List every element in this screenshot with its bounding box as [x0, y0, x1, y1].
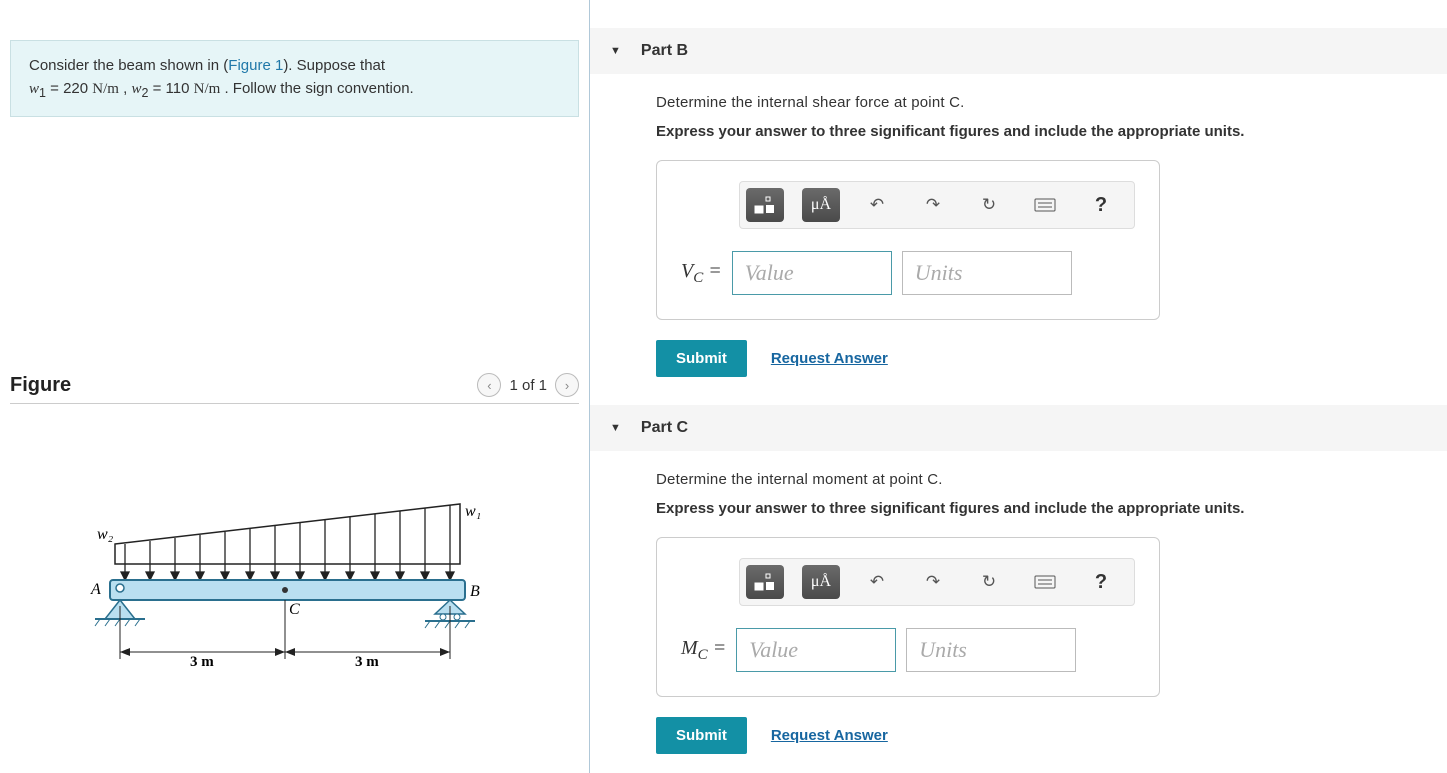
keyboard-button[interactable]	[1026, 565, 1064, 599]
figure-header: Figure ‹ 1 of 1 ›	[10, 367, 579, 404]
part-b-answer-box: μÅ ↶ ↷ ↻ ? VC =	[656, 160, 1160, 320]
w2-var: w	[131, 81, 141, 97]
part-c-title: Part C	[641, 419, 688, 437]
part-b-value-input[interactable]	[732, 251, 892, 295]
part-c-header[interactable]: ▼ Part C	[590, 405, 1447, 451]
problem-text-1: Consider the beam shown in (	[29, 57, 228, 74]
undo-button[interactable]: ↶	[858, 565, 896, 599]
part-b-header[interactable]: ▼ Part B	[590, 28, 1447, 74]
figure-link[interactable]: Figure 1	[228, 57, 283, 74]
part-b-submit-button[interactable]: Submit	[656, 340, 747, 377]
mc-label: MC =	[681, 637, 726, 664]
dim1-label: 3 m	[190, 654, 214, 670]
units-button[interactable]: μÅ	[802, 565, 840, 599]
right-panel: ▼ Part B Determine the internal shear fo…	[590, 0, 1447, 773]
redo-button[interactable]: ↷	[914, 565, 952, 599]
reset-button[interactable]: ↻	[970, 565, 1008, 599]
C-label: C	[289, 601, 300, 618]
w1-sub: 1	[39, 86, 46, 100]
figure-nav: ‹ 1 of 1 ›	[477, 373, 579, 397]
problem-sep: ,	[119, 80, 132, 97]
part-b-body: Determine the internal shear force at po…	[590, 74, 1447, 377]
part-b-request-answer-link[interactable]: Request Answer	[771, 350, 888, 367]
part-c-instruction: Express your answer to three significant…	[656, 500, 1417, 517]
units-button[interactable]: μÅ	[802, 188, 840, 222]
undo-button[interactable]: ↶	[858, 188, 896, 222]
templates-button[interactable]	[746, 565, 784, 599]
w2-val: = 110	[148, 80, 193, 97]
w1-label: w₁	[465, 503, 481, 520]
reset-button[interactable]: ↻	[970, 188, 1008, 222]
part-b-units-input[interactable]	[902, 251, 1072, 295]
part-c-question: Determine the internal moment at point C…	[656, 471, 1417, 488]
w1-var: w	[29, 81, 39, 97]
problem-text-2: ). Suppose that	[283, 57, 385, 74]
part-c-body: Determine the internal moment at point C…	[590, 451, 1447, 754]
part-c-submit-row: Submit Request Answer	[656, 717, 1417, 754]
problem-statement: Consider the beam shown in (Figure 1). S…	[10, 40, 579, 117]
part-b-instruction: Express your answer to three significant…	[656, 123, 1417, 140]
figure-prev-button[interactable]: ‹	[477, 373, 501, 397]
unit-nm-2: N/m	[194, 81, 221, 97]
templates-button[interactable]	[746, 188, 784, 222]
keyboard-button[interactable]	[1026, 188, 1064, 222]
part-b-title: Part B	[641, 42, 688, 60]
figure-counter: 1 of 1	[509, 377, 547, 394]
dim2-label: 3 m	[355, 654, 379, 670]
A-label: A	[90, 581, 101, 598]
left-panel: Consider the beam shown in (Figure 1). S…	[0, 0, 590, 773]
unit-nm-1: N/m	[92, 81, 119, 97]
part-c-units-input[interactable]	[906, 628, 1076, 672]
vc-label: VC =	[681, 260, 722, 287]
part-c-value-input[interactable]	[736, 628, 896, 672]
part-b-question: Determine the internal shear force at po…	[656, 94, 1417, 111]
figure-title: Figure	[10, 374, 71, 397]
w2-label: w₂	[97, 526, 114, 543]
collapse-icon: ▼	[610, 422, 621, 434]
help-button[interactable]: ?	[1082, 188, 1120, 222]
part-b-toolbar: μÅ ↶ ↷ ↻ ?	[739, 181, 1135, 229]
part-c-input-row: MC =	[681, 628, 1135, 672]
part-c-toolbar: μÅ ↶ ↷ ↻ ?	[739, 558, 1135, 606]
part-b-submit-row: Submit Request Answer	[656, 340, 1417, 377]
help-button[interactable]: ?	[1082, 565, 1120, 599]
part-c-answer-box: μÅ ↶ ↷ ↻ ? MC =	[656, 537, 1160, 697]
part-b-input-row: VC =	[681, 251, 1135, 295]
collapse-icon: ▼	[610, 45, 621, 57]
part-c-submit-button[interactable]: Submit	[656, 717, 747, 754]
redo-button[interactable]: ↷	[914, 188, 952, 222]
beam-figure: w₂ w₁ A B C 3 m 3 m	[10, 484, 579, 688]
part-c-request-answer-link[interactable]: Request Answer	[771, 727, 888, 744]
problem-tail: . Follow the sign convention.	[220, 80, 413, 97]
figure-next-button[interactable]: ›	[555, 373, 579, 397]
w1-val: = 220	[46, 80, 92, 97]
B-label: B	[470, 583, 480, 600]
